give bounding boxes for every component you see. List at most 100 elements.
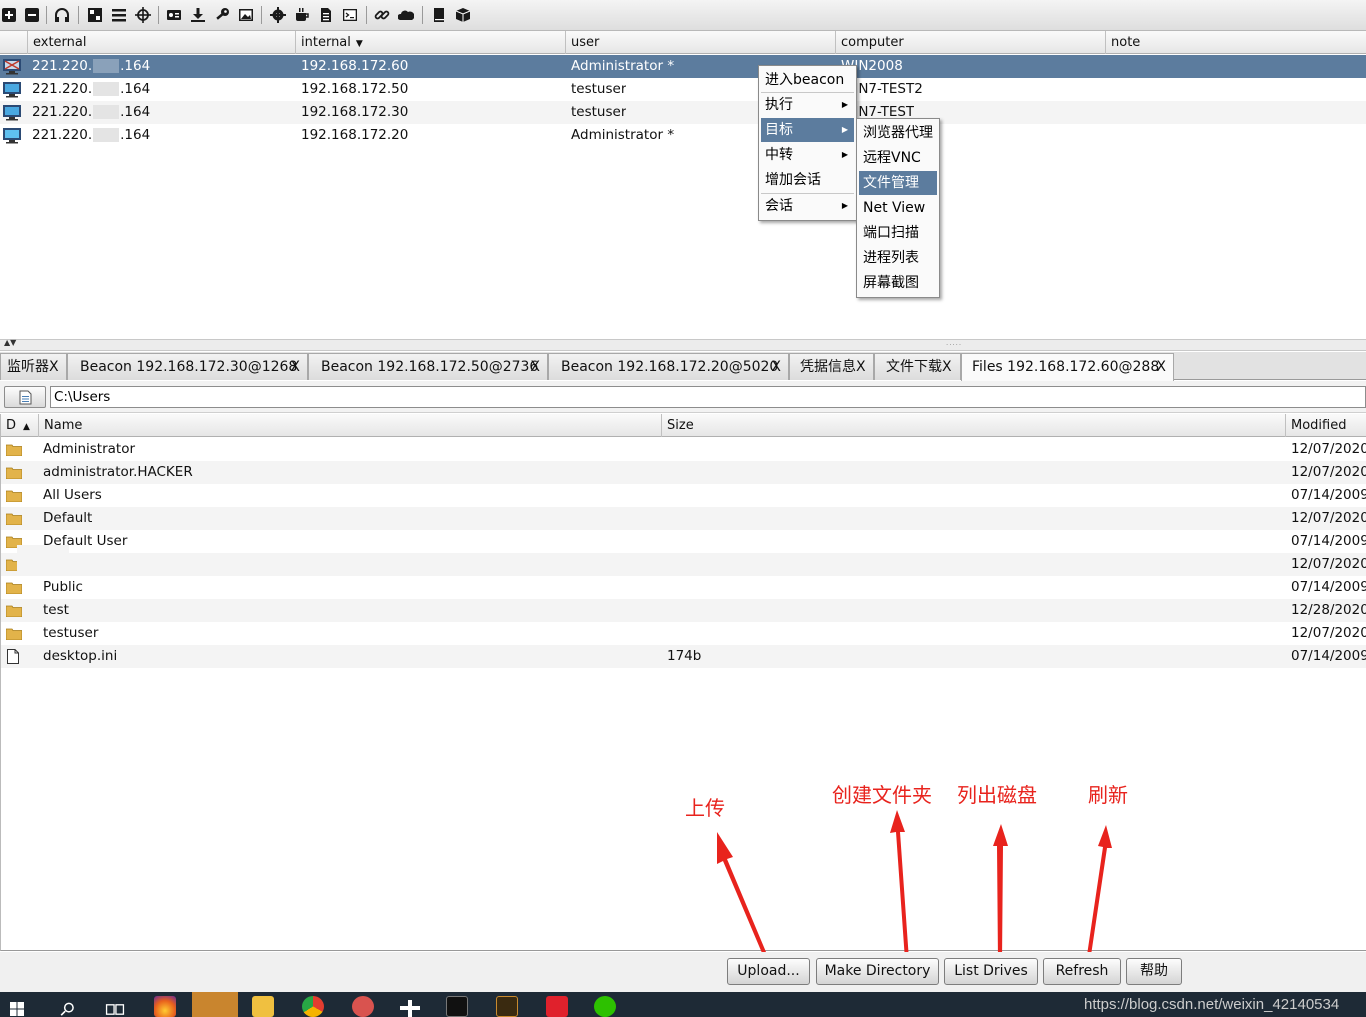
file-row[interactable]: All Users 07/14/2009 xyxy=(1,484,1366,507)
tab-credentials[interactable]: 凭据信息X xyxy=(789,353,874,380)
file-col-modified[interactable]: Modified xyxy=(1286,414,1366,437)
beacon-row[interactable]: 221.220. .164 192.168.172.50 testuser WIN… xyxy=(0,78,1366,101)
terminal-app-icon[interactable] xyxy=(446,996,468,1017)
tab-beacon-30[interactable]: Beacon 192.168.172.30@1268 X xyxy=(67,353,308,380)
tab-close-icon[interactable]: X xyxy=(942,359,952,375)
beacon-row[interactable]: 221.220. .164 192.168.172.60 Administrato… xyxy=(0,55,1366,78)
cloud-icon[interactable] xyxy=(398,7,414,23)
menu-item-browser-pivot[interactable]: 浏览器代理 xyxy=(859,121,937,145)
beacon-external-ip: 221.220. .164 xyxy=(32,81,151,97)
screenshot-image-icon[interactable] xyxy=(238,7,254,23)
pane-splitter[interactable]: ▲▼ ····· xyxy=(0,338,1366,351)
document-icon[interactable] xyxy=(318,7,334,23)
tab-beacon-50[interactable]: Beacon 192.168.172.50@2736 X xyxy=(308,353,548,380)
tab-listeners[interactable]: 监听器X xyxy=(0,353,67,380)
beacon-col-icon[interactable] xyxy=(0,31,28,54)
file-row[interactable]: Public 07/14/2009 xyxy=(1,576,1366,599)
file-col-size[interactable]: Size xyxy=(662,414,1286,437)
search-icon[interactable] xyxy=(58,1002,76,1017)
gear-icon[interactable] xyxy=(270,7,286,23)
menu-item-spawn-session[interactable]: 增加会话 xyxy=(761,168,854,192)
tab-close-icon[interactable]: X xyxy=(856,359,866,375)
file-row[interactable]: Administrator 12/07/2020 xyxy=(1,438,1366,461)
submenu-arrow-icon: ▶ xyxy=(841,100,848,109)
wechat-icon[interactable] xyxy=(594,996,616,1017)
disconnect-icon[interactable] xyxy=(24,7,40,23)
file-row[interactable]: testuser 12/07/2020 xyxy=(1,622,1366,645)
task-view-icon[interactable] xyxy=(105,1002,125,1017)
help-button[interactable]: 帮助 xyxy=(1126,958,1182,985)
menu-item-target[interactable]: 目标 ▶ xyxy=(761,118,854,142)
menu-item-port-scan[interactable]: 端口扫描 xyxy=(859,221,937,245)
headphones-icon[interactable] xyxy=(54,7,70,23)
tab-close-icon[interactable]: X xyxy=(1156,354,1166,380)
make-directory-button[interactable]: Make Directory xyxy=(816,958,939,985)
list-drives-button[interactable]: List Drives xyxy=(944,958,1038,985)
tab-downloads[interactable]: 文件下载X xyxy=(874,353,961,380)
new-connection-icon[interactable] xyxy=(1,7,17,23)
col-label: external xyxy=(33,35,87,50)
pivot-graph-icon[interactable] xyxy=(87,7,103,23)
file-action-bar: Upload... Make Directory List Drives Ref… xyxy=(0,952,1366,992)
file-col-type[interactable]: D ▲ xyxy=(1,414,39,437)
menu-item-desktop-vnc[interactable]: 远程VNC xyxy=(859,146,937,170)
menu-item-process-list[interactable]: 进程列表 xyxy=(859,246,937,270)
menu-item-pivot[interactable]: 中转 ▶ xyxy=(761,143,854,167)
file-col-name[interactable]: Name xyxy=(39,414,662,437)
firefox-icon[interactable] xyxy=(154,996,176,1017)
session-list-icon[interactable] xyxy=(111,7,127,23)
file-explorer-icon[interactable] xyxy=(252,996,274,1017)
windows-start-icon[interactable] xyxy=(8,1001,26,1017)
file-row[interactable]: test 12/28/2020 xyxy=(1,599,1366,622)
redacted-block xyxy=(93,82,120,96)
beacon-col-user[interactable]: user xyxy=(566,31,836,54)
book-icon[interactable] xyxy=(431,7,447,23)
toolbar-separator xyxy=(46,6,47,24)
file-row[interactable]: 12/07/2020 xyxy=(1,545,1366,576)
path-input[interactable] xyxy=(50,386,1366,408)
up-folder-button[interactable] xyxy=(4,386,46,408)
file-row[interactable]: Default User 07/14/2009 xyxy=(1,530,1366,553)
file-row[interactable]: Default 12/07/2020 xyxy=(1,507,1366,530)
upload-button[interactable]: Upload... xyxy=(727,958,810,985)
app-red-icon[interactable] xyxy=(352,996,374,1017)
netease-music-icon[interactable] xyxy=(546,996,568,1017)
link-icon[interactable] xyxy=(374,7,390,23)
tab-close-icon[interactable]: X xyxy=(771,354,781,380)
tab-beacon-20[interactable]: Beacon 192.168.172.20@5020 X xyxy=(548,353,789,380)
app-active-icon[interactable] xyxy=(192,992,238,1017)
refresh-button[interactable]: Refresh xyxy=(1043,958,1121,985)
terminal-icon[interactable] xyxy=(342,7,358,23)
file-row[interactable]: administrator.HACKER 12/07/2020 xyxy=(1,461,1366,484)
menu-item-screenshot[interactable]: 屏幕截图 xyxy=(859,271,937,295)
app-cross-icon[interactable] xyxy=(400,1000,420,1017)
tab-close-icon[interactable]: X xyxy=(49,359,59,375)
key-icon[interactable] xyxy=(214,7,230,23)
menu-item-execute[interactable]: 执行 ▶ xyxy=(761,93,854,117)
package-box-icon[interactable] xyxy=(455,7,471,23)
chrome-icon[interactable] xyxy=(302,996,324,1017)
tab-close-icon[interactable]: X xyxy=(290,354,300,380)
download-icon[interactable] xyxy=(190,7,206,23)
watermark-text: https://blog.csdn.net/weixin_42140534 xyxy=(1084,996,1340,1013)
tab-close-icon[interactable]: X xyxy=(530,354,540,380)
menu-item-file-browser[interactable]: 文件管理 xyxy=(859,171,937,195)
cobalt-strike-icon[interactable] xyxy=(496,996,518,1017)
menu-item-net-view[interactable]: Net View xyxy=(859,196,937,220)
beacon-col-internal[interactable]: internal ▼ xyxy=(296,31,566,54)
beacon-col-computer[interactable]: computer xyxy=(836,31,1106,54)
splitter-arrows-icon[interactable]: ▲▼ xyxy=(4,338,16,347)
splitter-grip-icon[interactable]: ····· xyxy=(946,341,962,349)
beacon-row[interactable]: 221.220. .164 192.168.172.30 testuser WIN… xyxy=(0,101,1366,124)
tab-files[interactable]: Files 192.168.172.60@288 X xyxy=(961,353,1174,381)
menu-item-interact[interactable]: 进入beacon xyxy=(761,68,854,92)
beacon-col-note[interactable]: note xyxy=(1106,31,1366,54)
credentials-icon[interactable] xyxy=(166,7,182,23)
beacon-col-external[interactable]: external xyxy=(28,31,296,54)
menu-item-session[interactable]: 会话 ▶ xyxy=(761,194,854,218)
coffee-cup-icon[interactable] xyxy=(294,7,310,23)
beacon-row[interactable]: 221.220. .164 192.168.172.20 Administrato… xyxy=(0,124,1366,147)
annotation-upload: 上传 xyxy=(685,796,725,820)
target-crosshair-icon[interactable] xyxy=(135,7,151,23)
file-row[interactable]: desktop.ini 174b 07/14/2009 xyxy=(1,645,1366,668)
